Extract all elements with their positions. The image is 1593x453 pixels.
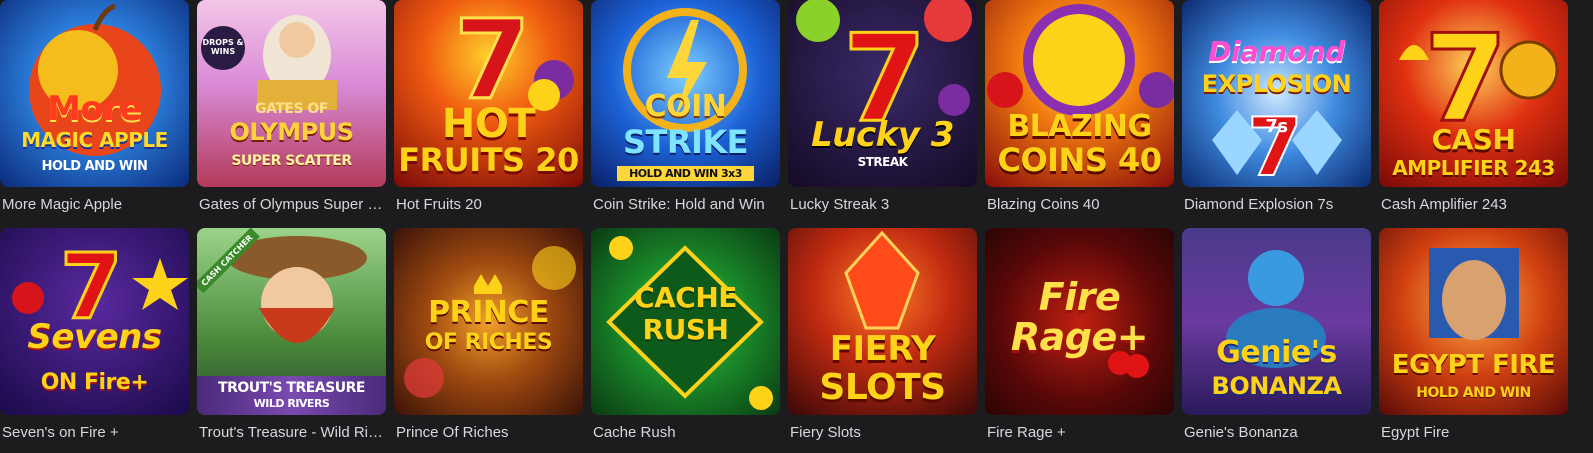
art-tagline: HOLD AND WIN — [41, 159, 148, 174]
art-subtitle: BONANZA — [1211, 372, 1342, 400]
game-title[interactable]: Seven's on Fire + — [2, 424, 187, 442]
art-subtitle: EXPLOSION — [1201, 70, 1352, 98]
game-title[interactable]: Trout's Treasure - Wild Rivers — [199, 424, 384, 442]
art-subtitle: HOLD AND WIN — [1416, 385, 1531, 401]
game-title[interactable]: Cash Amplifier 243 — [1381, 196, 1566, 214]
drops-wins-badge: DROPS & WINS — [201, 26, 245, 70]
game-thumbnail[interactable]: PRINCE OF RICHES — [394, 228, 583, 415]
art-title: GATES OF — [255, 101, 328, 117]
game-thumbnail[interactable]: DROPS & WINS GATES OF OLYMPUS SUPER SCAT… — [197, 0, 386, 187]
game-title[interactable]: Diamond Explosion 7s — [1184, 196, 1369, 214]
art-title: Fire — [1038, 275, 1121, 319]
game-thumbnail[interactable]: COIN STRIKE HOLD AND WIN 3x3 — [591, 0, 780, 187]
art-title: FIERY — [829, 329, 936, 369]
art-tagline: 7s — [1265, 116, 1288, 137]
game-thumbnail[interactable]: 7 Diamond EXPLOSION 7s — [1182, 0, 1371, 187]
art-subtitle: STRIKE — [622, 123, 749, 161]
art-subtitle: SLOTS — [819, 367, 946, 408]
game-tile-prince-of-riches[interactable]: PRINCE OF RICHES Prince Of Riches — [394, 228, 583, 452]
art-subtitle: MAGIC APPLE — [21, 128, 168, 152]
game-thumbnail[interactable]: EGYPT FIRE HOLD AND WIN — [1379, 228, 1568, 415]
game-title[interactable]: Genie's Bonanza — [1184, 424, 1369, 442]
game-tile-fire-rage[interactable]: Fire Rage+ Fire Rage + — [985, 228, 1174, 452]
art-subtitle: Rage+ — [1010, 315, 1149, 359]
art-title: BLAZING — [1007, 109, 1152, 144]
game-thumbnail[interactable]: CACHE RUSH — [591, 228, 780, 415]
game-title[interactable]: Gates of Olympus Super Scatter — [199, 196, 384, 214]
svg-text:7: 7 — [1247, 101, 1303, 187]
game-thumbnail[interactable]: 7 Sevens ON Fire+ — [0, 228, 189, 415]
game-title[interactable]: Coin Strike: Hold and Win — [593, 196, 778, 214]
game-tile-cache-rush[interactable]: CACHE RUSH Cache Rush — [591, 228, 780, 452]
game-thumbnail[interactable]: Fire Rage+ — [985, 228, 1174, 415]
art-title: CACHE — [634, 281, 737, 314]
art-title: Genie's — [1216, 335, 1337, 370]
games-grid: More MAGIC APPLE HOLD AND WIN More Magic… — [0, 0, 1593, 453]
game-tile-gates-of-olympus[interactable]: DROPS & WINS GATES OF OLYMPUS SUPER SCAT… — [197, 0, 386, 224]
game-tile-sevens-on-fire[interactable]: 7 Sevens ON Fire+ Seven's on Fire + — [0, 228, 189, 452]
game-tile-hot-fruits-20[interactable]: 7 HOT FRUITS 20 Hot Fruits 20 — [394, 0, 583, 224]
game-title[interactable]: Prince Of Riches — [396, 424, 581, 442]
art-title: CASH — [1431, 123, 1516, 156]
art-title: Sevens — [27, 317, 162, 357]
art-subtitle: STREAK — [857, 155, 908, 169]
game-thumbnail[interactable]: CASH CATCHER TROUT'S TREASURE WILD RIVER… — [197, 228, 386, 415]
art-title: PRINCE — [428, 295, 549, 330]
game-tile-fiery-slots[interactable]: FIERY SLOTS Fiery Slots — [788, 228, 977, 452]
art-title: TROUT'S TREASURE — [218, 380, 365, 396]
art-title: EGYPT FIRE — [1391, 350, 1556, 380]
game-tile-blazing-coins-40[interactable]: BLAZING COINS 40 Blazing Coins 40 — [985, 0, 1174, 224]
game-tile-lucky-streak-3[interactable]: 7 Lucky 3 STREAK Lucky Streak 3 — [788, 0, 977, 224]
game-title[interactable]: Fire Rage + — [987, 424, 1172, 442]
game-tile-more-magic-apple[interactable]: More MAGIC APPLE HOLD AND WIN More Magic… — [0, 0, 189, 224]
game-title[interactable]: Blazing Coins 40 — [987, 196, 1172, 214]
game-tile-genies-bonanza[interactable]: Genie's BONANZA Genie's Bonanza — [1182, 228, 1371, 452]
game-tile-cash-amplifier-243[interactable]: 7 CASH AMPLIFIER 243 Cash Amplifier 243 — [1379, 0, 1568, 224]
art-title: More — [46, 89, 143, 129]
art-title: Diamond — [1208, 35, 1345, 68]
game-thumbnail[interactable]: More MAGIC APPLE HOLD AND WIN — [0, 0, 189, 187]
game-tile-coin-strike[interactable]: COIN STRIKE HOLD AND WIN 3x3 Coin Strike… — [591, 0, 780, 224]
game-title[interactable]: Fiery Slots — [790, 424, 975, 442]
art-subtitle: FRUITS 20 — [398, 141, 579, 179]
game-title[interactable]: More Magic Apple — [2, 196, 187, 214]
game-title[interactable]: Egypt Fire — [1381, 424, 1566, 442]
game-tile-egypt-fire[interactable]: EGYPT FIRE HOLD AND WIN Egypt Fire — [1379, 228, 1568, 452]
game-title[interactable]: Lucky Streak 3 — [790, 196, 975, 214]
art-subtitle: ON Fire+ — [40, 370, 149, 395]
art-subtitle: OLYMPUS — [229, 118, 354, 146]
art-subtitle: COINS 40 — [997, 141, 1162, 179]
game-tile-diamond-explosion-7s[interactable]: 7 Diamond EXPLOSION 7s Diamond Explosion… — [1182, 0, 1371, 224]
art-title: COIN — [644, 89, 727, 124]
game-thumbnail[interactable]: 7 Lucky 3 STREAK — [788, 0, 977, 187]
game-thumbnail[interactable]: Genie's BONANZA — [1182, 228, 1371, 415]
art-title: Lucky 3 — [811, 115, 954, 155]
game-title[interactable]: Hot Fruits 20 — [396, 196, 581, 214]
art-subtitle: OF RICHES — [424, 330, 553, 355]
art-title: HOT — [441, 101, 536, 147]
game-title[interactable]: Cache Rush — [593, 424, 778, 442]
game-thumbnail[interactable]: BLAZING COINS 40 — [985, 0, 1174, 187]
game-thumbnail[interactable]: 7 CASH AMPLIFIER 243 — [1379, 0, 1568, 187]
art-tagline: SUPER SCATTER — [231, 153, 352, 169]
game-thumbnail[interactable]: FIERY SLOTS — [788, 228, 977, 415]
art-subtitle: AMPLIFIER 243 — [1392, 156, 1555, 180]
art-subtitle: RUSH — [642, 313, 729, 346]
art-subtitle: WILD RIVERS — [253, 397, 330, 410]
art-tagline: HOLD AND WIN 3x3 — [617, 166, 754, 181]
game-thumbnail[interactable]: 7 HOT FRUITS 20 — [394, 0, 583, 187]
game-tile-trouts-treasure[interactable]: CASH CATCHER TROUT'S TREASURE WILD RIVER… — [197, 228, 386, 452]
